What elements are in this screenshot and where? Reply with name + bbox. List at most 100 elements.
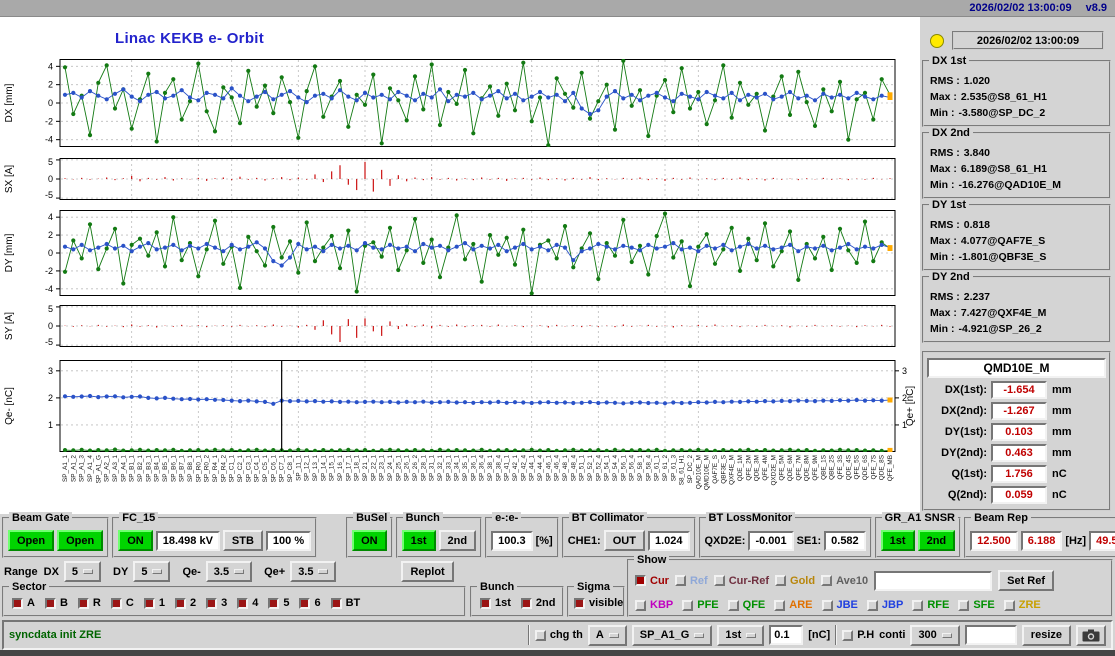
show-ave10-checkbox[interactable]: Ave10	[821, 575, 868, 587]
bunch-select-menu[interactable]: 1st	[717, 624, 765, 646]
sector-c-checkbox[interactable]: C	[110, 597, 134, 609]
svg-text:SP_B8_1: SP_B8_1	[187, 455, 194, 482]
svg-text:S8_61_H1: S8_61_H1	[679, 455, 686, 486]
group-content: 1st 2nd	[877, 519, 959, 556]
show-cur-ref-checkbox[interactable]: Cur-Ref	[713, 575, 769, 587]
svg-text:SP_A1_3: SP_A1_3	[79, 455, 86, 482]
stat-group-title: DX 2nd	[929, 127, 973, 139]
beam-rep-6-188: 6.188	[1020, 530, 1063, 551]
bpm-select-menu[interactable]: SP_A1_G	[631, 624, 713, 646]
sector-select-menu[interactable]: A	[587, 624, 627, 646]
range-dy-label: DY	[113, 565, 129, 578]
busel-on[interactable]: ON	[352, 530, 387, 551]
checkbox-indicator	[727, 599, 739, 611]
bunch-1st[interactable]: 1st	[401, 530, 436, 551]
region-kbp-checkbox[interactable]: KBP	[635, 599, 673, 611]
bt-collimator-out[interactable]: OUT	[603, 530, 645, 551]
sector-a-checkbox[interactable]: A	[12, 597, 35, 609]
show-cur-checkbox[interactable]: Cur	[635, 575, 669, 587]
camera-snapshot-button[interactable]	[1076, 624, 1106, 646]
region-jbe-checkbox[interactable]: JBE	[821, 599, 858, 611]
sector-3-checkbox[interactable]: 3	[206, 597, 227, 609]
svg-text:QFE_5M: QFE_5M	[779, 455, 786, 481]
svg-text:QBE_2S: QBE_2S	[829, 455, 836, 480]
replot-button[interactable]: Replot	[401, 561, 454, 582]
chg-th-checkbox[interactable]: chg th	[534, 629, 583, 641]
sigma-group: Sigma visible	[567, 581, 625, 617]
region-qfe-checkbox[interactable]: QFE	[727, 599, 765, 611]
bunch-2nd-checkbox[interactable]: 2nd	[520, 597, 555, 609]
svg-text:Qe- [nC]: Qe- [nC]	[4, 387, 15, 425]
fc-15-stb[interactable]: STB	[222, 530, 263, 551]
svg-text:SP_R4_1: SP_R4_1	[212, 455, 219, 483]
show-options-row: Cur Ref Cur-Ref Gold Ave10 Set Ref	[635, 570, 1105, 591]
stat-group-dy-1st: DY 1st RMS :0.818 Max :4.077@QAF7E_S Min :-…	[922, 199, 1111, 271]
svg-text:1: 1	[48, 420, 53, 430]
beam-gate-open[interactable]: Open	[8, 530, 55, 551]
set-ref-button[interactable]: Set Ref	[998, 570, 1055, 591]
e-e-100-3: 100.3	[491, 530, 533, 551]
show-ref-checkbox[interactable]: Ref	[674, 575, 708, 587]
sigma-visible-checkbox[interactable]: visible	[574, 597, 623, 609]
group-bt-lossmonitor: BT LossMonitor QXD2E: -0.001 SE1: 0.582	[698, 512, 872, 558]
threshold-input[interactable]	[769, 625, 804, 645]
bunch-2nd[interactable]: 2nd	[438, 530, 477, 551]
region-jbp-checkbox[interactable]: JBP	[866, 599, 903, 611]
gr-a1-snsr-1st[interactable]: 1st	[880, 530, 915, 551]
fc-15-on[interactable]: ON	[118, 530, 153, 551]
sector-2-checkbox[interactable]: 2	[174, 597, 196, 609]
sector-b-checkbox[interactable]: B	[44, 597, 68, 609]
resize-button[interactable]: resize	[1021, 624, 1071, 646]
bt-lossmonitor-se1: SE1:	[796, 534, 822, 547]
range-dy-menu[interactable]: 5	[133, 561, 171, 582]
range-qe-menu[interactable]: 3.5	[205, 561, 253, 582]
svg-text:SP_54_4: SP_54_4	[612, 455, 619, 482]
svg-text:SP_B7_1: SP_B7_1	[179, 455, 186, 482]
svg-text:4: 4	[48, 212, 53, 222]
range-dx-menu[interactable]: 5	[63, 561, 102, 582]
region-are-checkbox[interactable]: ARE	[774, 599, 813, 611]
region-rfe-checkbox[interactable]: RFE	[912, 599, 949, 611]
region-sfe-checkbox[interactable]: SFE	[958, 599, 995, 611]
svg-text:SP_C5_1: SP_C5_1	[262, 455, 269, 483]
svg-text:5: 5	[48, 158, 53, 167]
stat-group-dx-1st: DX 1st RMS :1.020 Max :2.535@S8_61_H1 Min :…	[922, 55, 1111, 127]
stat-row: RMS :2.237	[930, 291, 991, 303]
ph-checkbox[interactable]: P.H	[842, 629, 874, 641]
svg-text:QFE_2M: QFE_2M	[745, 455, 752, 481]
bpm-value: 1.756	[991, 465, 1047, 483]
fc-15-18-498-kv: 18.498 kV	[155, 530, 220, 551]
ref-name-input[interactable]	[874, 570, 993, 591]
sector-r-checkbox[interactable]: R	[77, 597, 101, 609]
sector-4-checkbox[interactable]: 4	[237, 597, 258, 609]
sector-bt-checkbox[interactable]: BT	[330, 597, 360, 609]
interval-select-menu[interactable]: 300	[910, 624, 960, 646]
sector-6-checkbox[interactable]: 6	[299, 597, 321, 609]
menu-indicator	[941, 632, 952, 638]
svg-text:DY [mm]: DY [mm]	[4, 233, 15, 272]
svg-text:SP_B5_1: SP_B5_1	[162, 455, 169, 482]
region-pfe-checkbox[interactable]: PFE	[682, 599, 719, 611]
svg-text:SP_48_1: SP_48_1	[562, 455, 569, 482]
beam-gate-open[interactable]: Open	[57, 530, 104, 551]
beam-rep-hz: [Hz]	[1065, 534, 1087, 547]
svg-text:SY [A]: SY [A]	[4, 312, 15, 340]
show-gold-checkbox[interactable]: Gold	[775, 575, 815, 587]
group-bunch: Bunch 1st 2nd	[395, 512, 483, 558]
range-qe-menu[interactable]: 3.5	[290, 561, 337, 582]
group-bt-collimator: BT Collimator CHE1: OUT 1.024	[561, 512, 696, 558]
bunch-1st-checkbox[interactable]: 1st	[480, 597, 511, 609]
svg-text:SP_32_1: SP_32_1	[437, 455, 444, 482]
menu-indicator	[83, 569, 94, 574]
bpm-value: -1.267	[991, 402, 1047, 420]
region-zre-checkbox[interactable]: ZRE	[1003, 599, 1041, 611]
checkbox-indicator	[674, 575, 686, 586]
gr-a1-snsr-2nd[interactable]: 2nd	[917, 530, 956, 551]
range-fields: DX 5 DY 5 Qe- 3.5 Qe+ 3.5	[44, 561, 344, 582]
svg-text:0: 0	[48, 98, 53, 108]
sector-5-checkbox[interactable]: 5	[268, 597, 289, 609]
checkbox-indicator	[774, 599, 786, 611]
sector-1-checkbox[interactable]: 1	[143, 597, 165, 609]
statusbar-input[interactable]	[964, 625, 1017, 645]
group-beam-rep: Beam Rep12.5006.188[Hz]49.500[%]	[964, 512, 1115, 558]
